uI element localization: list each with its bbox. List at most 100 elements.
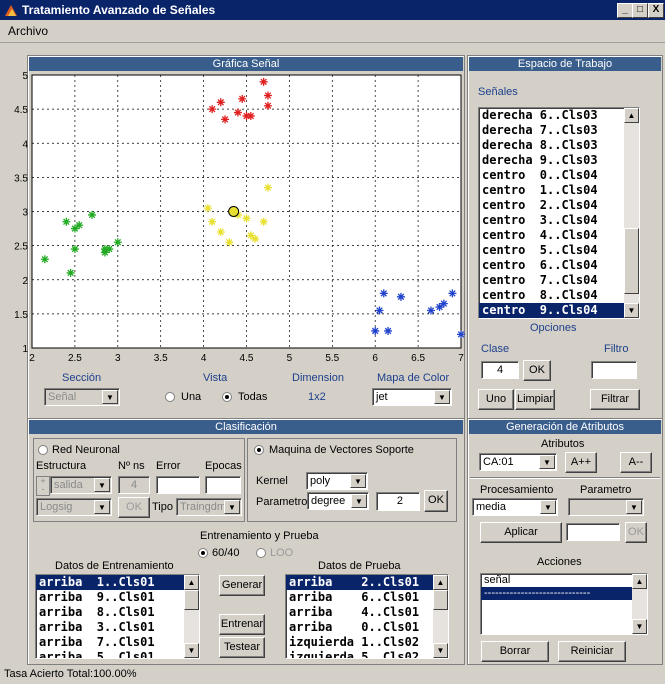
list-item[interactable]: señal <box>481 574 647 587</box>
senales-list[interactable]: derecha 6..Cls03 derecha 7..Cls03 derecha … <box>478 107 640 319</box>
param-value-input[interactable]: 2 <box>376 492 420 511</box>
signal-plot[interactable]: 2 2.5 3 3.5 4 4.5 5 5.5 6 6.5 7 1 1.5 2 2.5 3 3.5 4 4.5 5 <box>0 58 470 368</box>
scroll-thumb[interactable] <box>624 228 639 294</box>
acciones-scrollbar[interactable]: ▲ ▼ <box>632 574 647 634</box>
list-item[interactable]: centro 7..Cls04 <box>479 273 639 288</box>
filtrar-button[interactable]: Filtrar <box>590 389 640 410</box>
y-tick-label: 4.5 <box>14 105 28 116</box>
nns-input[interactable]: 4 <box>118 476 150 494</box>
atributos-divider <box>470 477 660 479</box>
list-item[interactable]: centro 6..Cls04 <box>479 258 639 273</box>
borrar-button[interactable]: Borrar <box>481 641 549 662</box>
filtro-input[interactable] <box>591 361 637 379</box>
scroll-down-icon[interactable]: ▼ <box>184 643 199 658</box>
clase-input[interactable]: 4 <box>481 361 519 379</box>
atr-parametro-select[interactable]: ▼ <box>568 498 644 516</box>
selected-point-marker[interactable] <box>228 206 240 217</box>
salida-select[interactable]: salida ▼ <box>50 476 112 494</box>
scroll-up-icon[interactable]: ▲ <box>632 574 647 589</box>
error-input[interactable] <box>156 476 200 494</box>
list-item[interactable]: arriba 2..Cls01 <box>286 575 448 590</box>
scroll-down-icon[interactable]: ▼ <box>433 643 448 658</box>
seccion-select[interactable]: Señal ▼ <box>44 388 120 406</box>
train-list[interactable]: arriba 1..Cls01 arriba 9..Cls01 arriba 8..… <box>35 574 200 659</box>
list-item[interactable]: izquierda 1..Cls02 <box>286 635 448 650</box>
clase-ok-button[interactable]: OK <box>523 360 551 381</box>
limpiar-button[interactable]: Limpiar <box>515 389 555 410</box>
list-item[interactable]: centro 1..Cls04 <box>479 183 639 198</box>
list-item[interactable]: arriba 1..Cls01 <box>36 575 199 590</box>
vista-una-radio[interactable] <box>165 392 175 402</box>
senales-scrollbar[interactable]: ▲ ▼ <box>624 108 639 318</box>
scroll-up-icon[interactable]: ▲ <box>624 108 639 123</box>
aplicar-input[interactable] <box>566 523 620 541</box>
data-point <box>379 289 388 298</box>
list-item[interactable]: derecha 7..Cls03 <box>479 123 639 138</box>
uno-button[interactable]: Uno <box>478 389 514 410</box>
close-button[interactable]: X <box>648 3 664 18</box>
list-item[interactable]: derecha 6..Cls03 <box>479 108 639 123</box>
aplicar-button[interactable]: Aplicar <box>480 522 562 543</box>
list-item[interactable]: arriba 4..Cls01 <box>286 605 448 620</box>
list-item[interactable]: centro 3..Cls04 <box>479 213 639 228</box>
scroll-up-icon[interactable]: ▲ <box>433 575 448 590</box>
ca-select[interactable]: CA:01 ▼ <box>479 453 557 471</box>
test-scrollbar[interactable]: ▲ ▼ <box>433 575 448 658</box>
a-minus-button[interactable]: A-- <box>620 452 652 473</box>
data-point <box>371 326 380 335</box>
x-tick-label: 4.5 <box>240 353 254 364</box>
tipo-select[interactable]: Traingdm ▼ <box>176 498 242 516</box>
parametro-select[interactable]: degree ▼ <box>307 492 369 510</box>
list-item[interactable]: derecha 8..Cls03 <box>479 138 639 153</box>
list-item[interactable]: izquierda 5..Cls02 <box>286 650 448 658</box>
list-item[interactable]: derecha 9..Cls03 <box>479 153 639 168</box>
list-item[interactable]: arriba 9..Cls01 <box>36 590 199 605</box>
kernel-select[interactable]: poly ▼ <box>306 472 368 490</box>
list-item[interactable]: arriba 7..Cls01 <box>36 635 199 650</box>
list-item[interactable]: centro 8..Cls04 <box>479 288 639 303</box>
split-6040-radio[interactable] <box>198 548 208 558</box>
structure-spinner[interactable]: + - <box>36 476 50 496</box>
scroll-thumb[interactable] <box>433 590 448 610</box>
testear-button[interactable]: Testear <box>219 637 265 658</box>
y-tick-label: 1 <box>22 344 28 355</box>
y-tick-label: 3 <box>22 208 28 219</box>
mapa-color-select[interactable]: jet ▼ <box>372 388 452 406</box>
entrenar-button[interactable]: Entrenar <box>219 614 265 635</box>
list-item[interactable]: centro 0..Cls04 <box>479 168 639 183</box>
maximize-button[interactable]: □ <box>632 3 648 18</box>
epocas-input[interactable] <box>205 476 241 494</box>
generar-button[interactable]: Generar <box>219 575 265 596</box>
y-tick-label: 4 <box>22 139 28 150</box>
scroll-thumb[interactable] <box>184 590 199 610</box>
list-item[interactable]: centro 4..Cls04 <box>479 228 639 243</box>
list-item[interactable]: arriba 0..Cls01 <box>286 620 448 635</box>
svm-radio[interactable] <box>254 445 264 455</box>
list-item[interactable]: arriba 3..Cls01 <box>36 620 199 635</box>
list-item[interactable]: centro 5..Cls04 <box>479 243 639 258</box>
list-item[interactable]: ----------------------------- <box>481 587 647 600</box>
split-loo-radio[interactable] <box>256 548 266 558</box>
red-neuronal-radio[interactable] <box>38 445 48 455</box>
test-list[interactable]: arriba 2..Cls01 arriba 6..Cls01 arriba 4..… <box>285 574 449 659</box>
list-item[interactable]: arriba 8..Cls01 <box>36 605 199 620</box>
list-item[interactable]: arriba 6..Cls01 <box>286 590 448 605</box>
logsig-select[interactable]: Logsig ▼ <box>36 498 112 516</box>
menu-archivo[interactable]: Archivo <box>8 24 48 38</box>
acciones-list[interactable]: señal ----------------------------- ▲ ▼ <box>480 573 648 635</box>
vista-todas-radio[interactable] <box>222 392 232 402</box>
list-item[interactable]: centro 2..Cls04 <box>479 198 639 213</box>
train-scrollbar[interactable]: ▲ ▼ <box>184 575 199 658</box>
param-ok-button[interactable]: OK <box>424 490 448 512</box>
scroll-down-icon[interactable]: ▼ <box>624 303 639 318</box>
red-ok-button[interactable]: OK <box>118 497 150 518</box>
a-plus-button[interactable]: A++ <box>565 452 597 473</box>
atr-ok-button[interactable]: OK <box>625 522 647 543</box>
procesamiento-select[interactable]: media ▼ <box>472 498 558 516</box>
reiniciar-button[interactable]: Reiniciar <box>558 641 626 662</box>
minimize-button[interactable]: _ <box>617 3 633 18</box>
list-item[interactable]: centro 9..Cls04 <box>479 303 639 318</box>
scroll-down-icon[interactable]: ▼ <box>632 619 647 634</box>
scroll-up-icon[interactable]: ▲ <box>184 575 199 590</box>
list-item[interactable]: arriba 5..Cls01 <box>36 650 199 658</box>
